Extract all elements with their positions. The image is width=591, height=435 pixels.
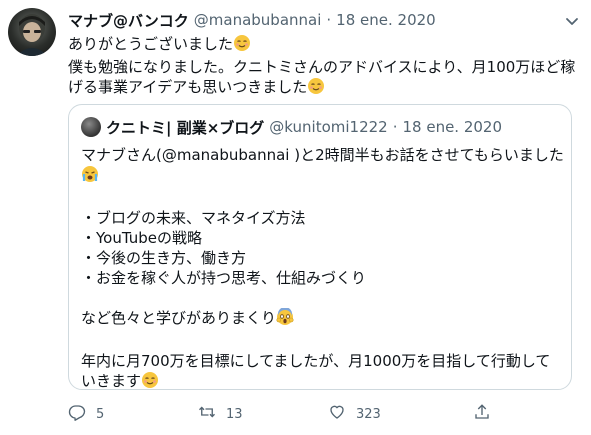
separator: · <box>326 11 332 29</box>
quoted-avatar <box>81 117 101 137</box>
retweet-count: 13 <box>226 406 243 422</box>
retweet-button[interactable]: 13 <box>198 403 328 425</box>
quoted-tweet[interactable]: クニトミ| 副業×ブログ @kunitomi1222 · 18 ene. 202… <box>68 104 572 390</box>
action-bar: 5 13 323 <box>68 402 491 426</box>
tweet-line: げる事業アイデアも思いつきました <box>68 77 578 100</box>
quoted-timestamp: 18 ene. 2020 <box>402 118 503 136</box>
tweet-header: マナブ@バンコク @manabubannai · 18 ene. 2020 <box>68 10 436 30</box>
quoted-tweet-text: マナブさん(@manabubannai )と2時間半もお話をさせてもらいました … <box>81 145 564 394</box>
relieved-face-icon <box>307 77 325 100</box>
timestamp[interactable]: 18 ene. 2020 <box>336 11 436 29</box>
share-icon <box>473 403 491 425</box>
tweet-line: ありがとうございました <box>68 34 578 57</box>
quoted-line: いきます <box>81 371 561 394</box>
quoted-tweet-header: クニトミ| 副業×ブログ @kunitomi1222 · 18 ene. 202… <box>81 117 502 137</box>
quoted-line: ・お金を稼ぐ人が持つ思考、仕組みづくり <box>81 269 367 287</box>
like-button[interactable]: 323 <box>328 403 473 425</box>
reply-icon <box>68 403 86 425</box>
tweet-line: 僕も勉強になりました。クニトミさんのアドバイスにより、月100万ほど稼 <box>68 58 576 76</box>
quoted-line: ・今後の生き方、働き方 <box>81 249 247 267</box>
tweet-text: ありがとうございました 僕も勉強になりました。クニトミさんのアドバイスにより、月… <box>68 34 578 100</box>
quoted-line <box>81 165 561 188</box>
relieved-face-icon <box>141 371 159 394</box>
like-count: 323 <box>356 406 381 422</box>
quoted-line: マナブさん(@manabubannai )と2時間半もお話をさせてもらいました <box>81 146 564 164</box>
quoted-line: ・ブログの未来、マネタイズ方法 <box>81 209 306 227</box>
quoted-line <box>81 188 561 208</box>
avatar[interactable] <box>8 8 56 56</box>
retweet-icon <box>198 403 216 425</box>
reply-count: 5 <box>96 406 105 422</box>
screaming-face-icon <box>276 307 294 331</box>
quoted-display-name: クニトミ| 副業×ブログ <box>106 118 265 137</box>
separator: · <box>392 118 398 136</box>
quoted-line: ・YouTubeの戦略 <box>81 229 202 247</box>
reply-button[interactable]: 5 <box>68 403 198 425</box>
handle[interactable]: @manabubannai <box>194 11 322 29</box>
display-name[interactable]: マナブ@バンコク <box>68 10 189 31</box>
quoted-line: など色々と学びがありまくり <box>81 307 561 331</box>
share-button[interactable] <box>473 403 491 425</box>
chevron-down-icon[interactable] <box>563 12 581 30</box>
relieved-face-icon <box>233 34 251 57</box>
tweet: マナブ@バンコク @manabubannai · 18 ene. 2020 あり… <box>0 0 591 435</box>
quoted-handle: @kunitomi1222 <box>269 118 388 136</box>
quoted-line <box>81 331 561 351</box>
quoted-line: 年内に月700万を目標にしてましたが、月1000万を目指して行動して <box>81 352 551 370</box>
quoted-line <box>81 288 561 308</box>
heart-icon <box>328 403 346 425</box>
crying-face-icon <box>81 165 99 188</box>
